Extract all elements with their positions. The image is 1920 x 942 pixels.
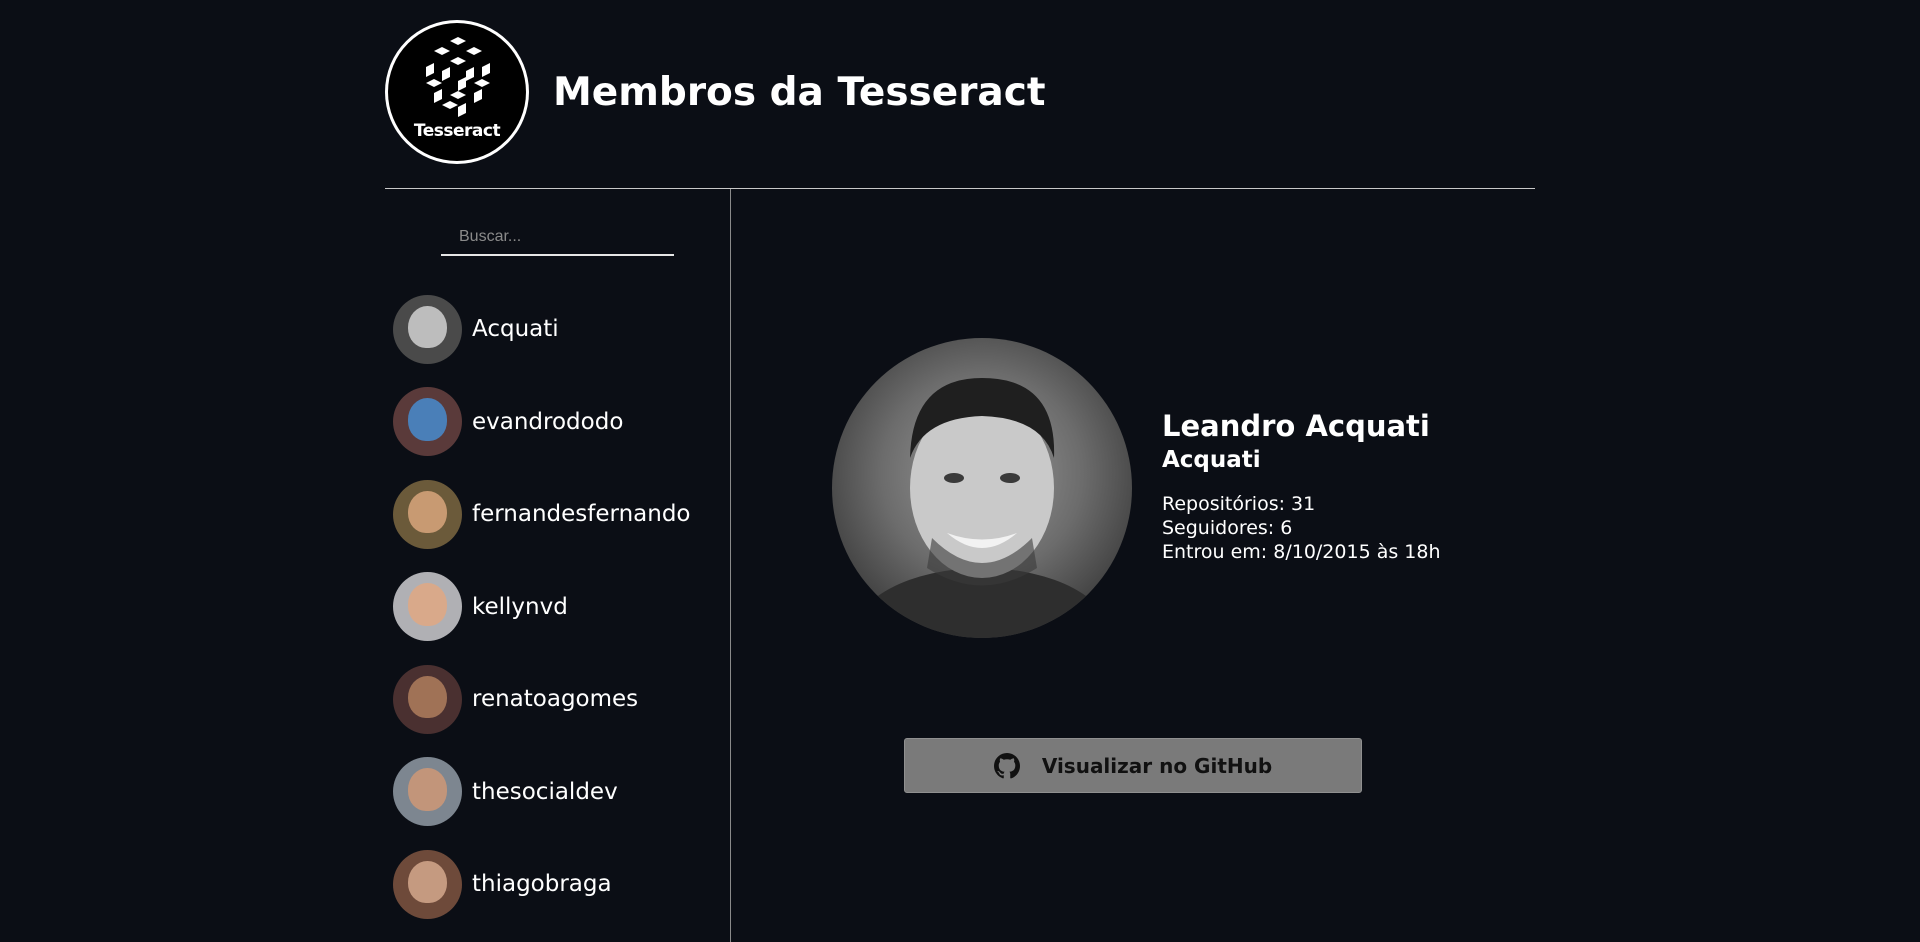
profile-photo (832, 338, 1132, 638)
member-item-kellynvd[interactable]: kellynvd (393, 572, 723, 642)
avatar (393, 294, 462, 364)
profile-repos: Repositórios: 31 (1162, 493, 1316, 515)
tesseract-logo: Tesseract (385, 20, 529, 164)
header-divider (385, 188, 1535, 189)
member-name: thesocialdev (472, 778, 618, 805)
github-icon (993, 752, 1020, 778)
member-item-thesocialdev[interactable]: thesocialdev (393, 757, 723, 827)
avatar (393, 849, 462, 919)
sidebar-divider (730, 189, 731, 942)
profile-followers: Seguidores: 6 (1162, 517, 1293, 539)
page-title: Membros da Tesseract (553, 70, 1046, 115)
member-item-renatoagomes[interactable]: renatoagomes (393, 664, 723, 734)
profile-name: Leandro Acquati (1162, 409, 1430, 443)
logo-mark: Tesseract (388, 23, 526, 161)
member-name: thiagobraga (472, 871, 612, 897)
profile-info: Leandro Acquati Acquati Repositórios: 31… (1162, 406, 1441, 564)
member-name: Acquati (472, 316, 559, 342)
member-item-fernandesfernando[interactable]: fernandesfernando (393, 479, 723, 549)
member-list: Acquati evandrododo fernandesfernando ke… (393, 294, 723, 942)
avatar (393, 387, 462, 456)
avatar (393, 479, 462, 549)
member-name: kellynvd (472, 593, 568, 620)
search-input[interactable] (441, 220, 674, 256)
github-button-label: Visualizar no GitHub (1041, 753, 1273, 778)
page: Tesseract Membros da Tesseract Acquati e… (0, 0, 1920, 942)
member-item-acquati[interactable]: Acquati (393, 294, 723, 364)
view-on-github-button[interactable]: Visualizar no GitHub (904, 738, 1362, 793)
member-name: evandrododo (472, 408, 624, 435)
member-item-thiagobraga[interactable]: thiagobraga (393, 849, 723, 919)
avatar (393, 757, 462, 826)
member-name: renatoagomes (472, 686, 639, 712)
profile-login: Acquati (1162, 447, 1261, 473)
member-item-evandrododo[interactable]: evandrododo (393, 387, 723, 457)
avatar (393, 664, 462, 734)
profile-joined: Entrou em: 8/10/2015 às 18h (1162, 541, 1441, 563)
profile-portrait-icon (852, 378, 1112, 638)
member-name: fernandesfernando (472, 501, 691, 527)
avatar (393, 572, 462, 641)
logo-text: Tesseract (413, 121, 501, 141)
